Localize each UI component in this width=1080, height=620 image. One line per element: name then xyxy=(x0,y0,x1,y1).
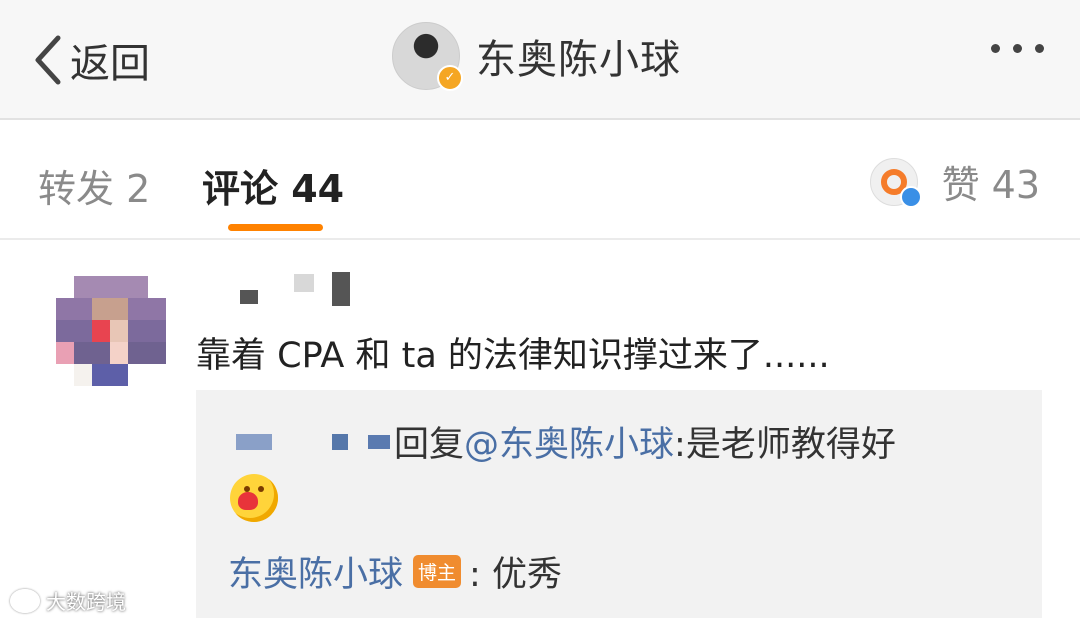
redacted-username[interactable] xyxy=(200,268,400,308)
liker-avatar xyxy=(869,157,922,208)
more-dots-icon xyxy=(991,44,1000,53)
author-link[interactable]: 东奥陈小球 xyxy=(228,546,403,597)
mention-link[interactable]: @东奥陈小球 xyxy=(464,416,674,467)
verified-badge-icon: ✓ xyxy=(437,65,463,91)
author-badge: 博主 xyxy=(413,555,462,588)
tab-repost[interactable]: 转发 2 xyxy=(38,158,150,213)
watermark-text: 大数跨境 xyxy=(46,590,126,614)
like-button[interactable]: 赞 43 xyxy=(869,154,1040,209)
watermark: 大数跨境 xyxy=(10,586,126,615)
redacted-username[interactable] xyxy=(236,433,272,450)
page-title: 东奥陈小球 xyxy=(476,37,681,83)
more-button[interactable] xyxy=(991,44,1044,53)
watermark-logo-icon xyxy=(10,588,40,613)
back-button[interactable]: 返回 xyxy=(30,30,150,90)
like-count: 赞 43 xyxy=(941,163,1040,207)
author-reply-text: : 优秀 xyxy=(469,555,562,595)
reply-item: 回复 @东奥陈小球 :是老师教得好 xyxy=(236,416,896,467)
back-label: 返回 xyxy=(70,41,150,87)
active-tab-indicator xyxy=(228,224,323,231)
commenter-avatar[interactable] xyxy=(56,276,166,386)
blue-verified-icon xyxy=(899,185,922,208)
tab-comment[interactable]: 评论 44 xyxy=(202,158,344,213)
tab-bar: 转发 2 评论 44 赞 43 xyxy=(0,120,1080,240)
reply-text: :是老师教得好 xyxy=(674,425,896,465)
reply-thread[interactable]: 回复 @东奥陈小球 :是老师教得好 东奥陈小球 博主 : 优秀 xyxy=(196,390,1042,618)
top-nav-bar: 返回 ✓ 东奥陈小球 xyxy=(0,0,1080,120)
profile-header[interactable]: ✓ 东奥陈小球 xyxy=(392,22,681,91)
reply-prefix: 回复 xyxy=(394,425,465,465)
avatar[interactable]: ✓ xyxy=(392,22,463,91)
hug-emoji-icon xyxy=(230,474,278,522)
comment-text: 靠着 CPA 和 ta 的法律知识撑过来了...... xyxy=(196,336,830,376)
author-reply: 东奥陈小球 博主 : 优秀 xyxy=(228,546,562,597)
chevron-left-icon xyxy=(35,35,61,85)
